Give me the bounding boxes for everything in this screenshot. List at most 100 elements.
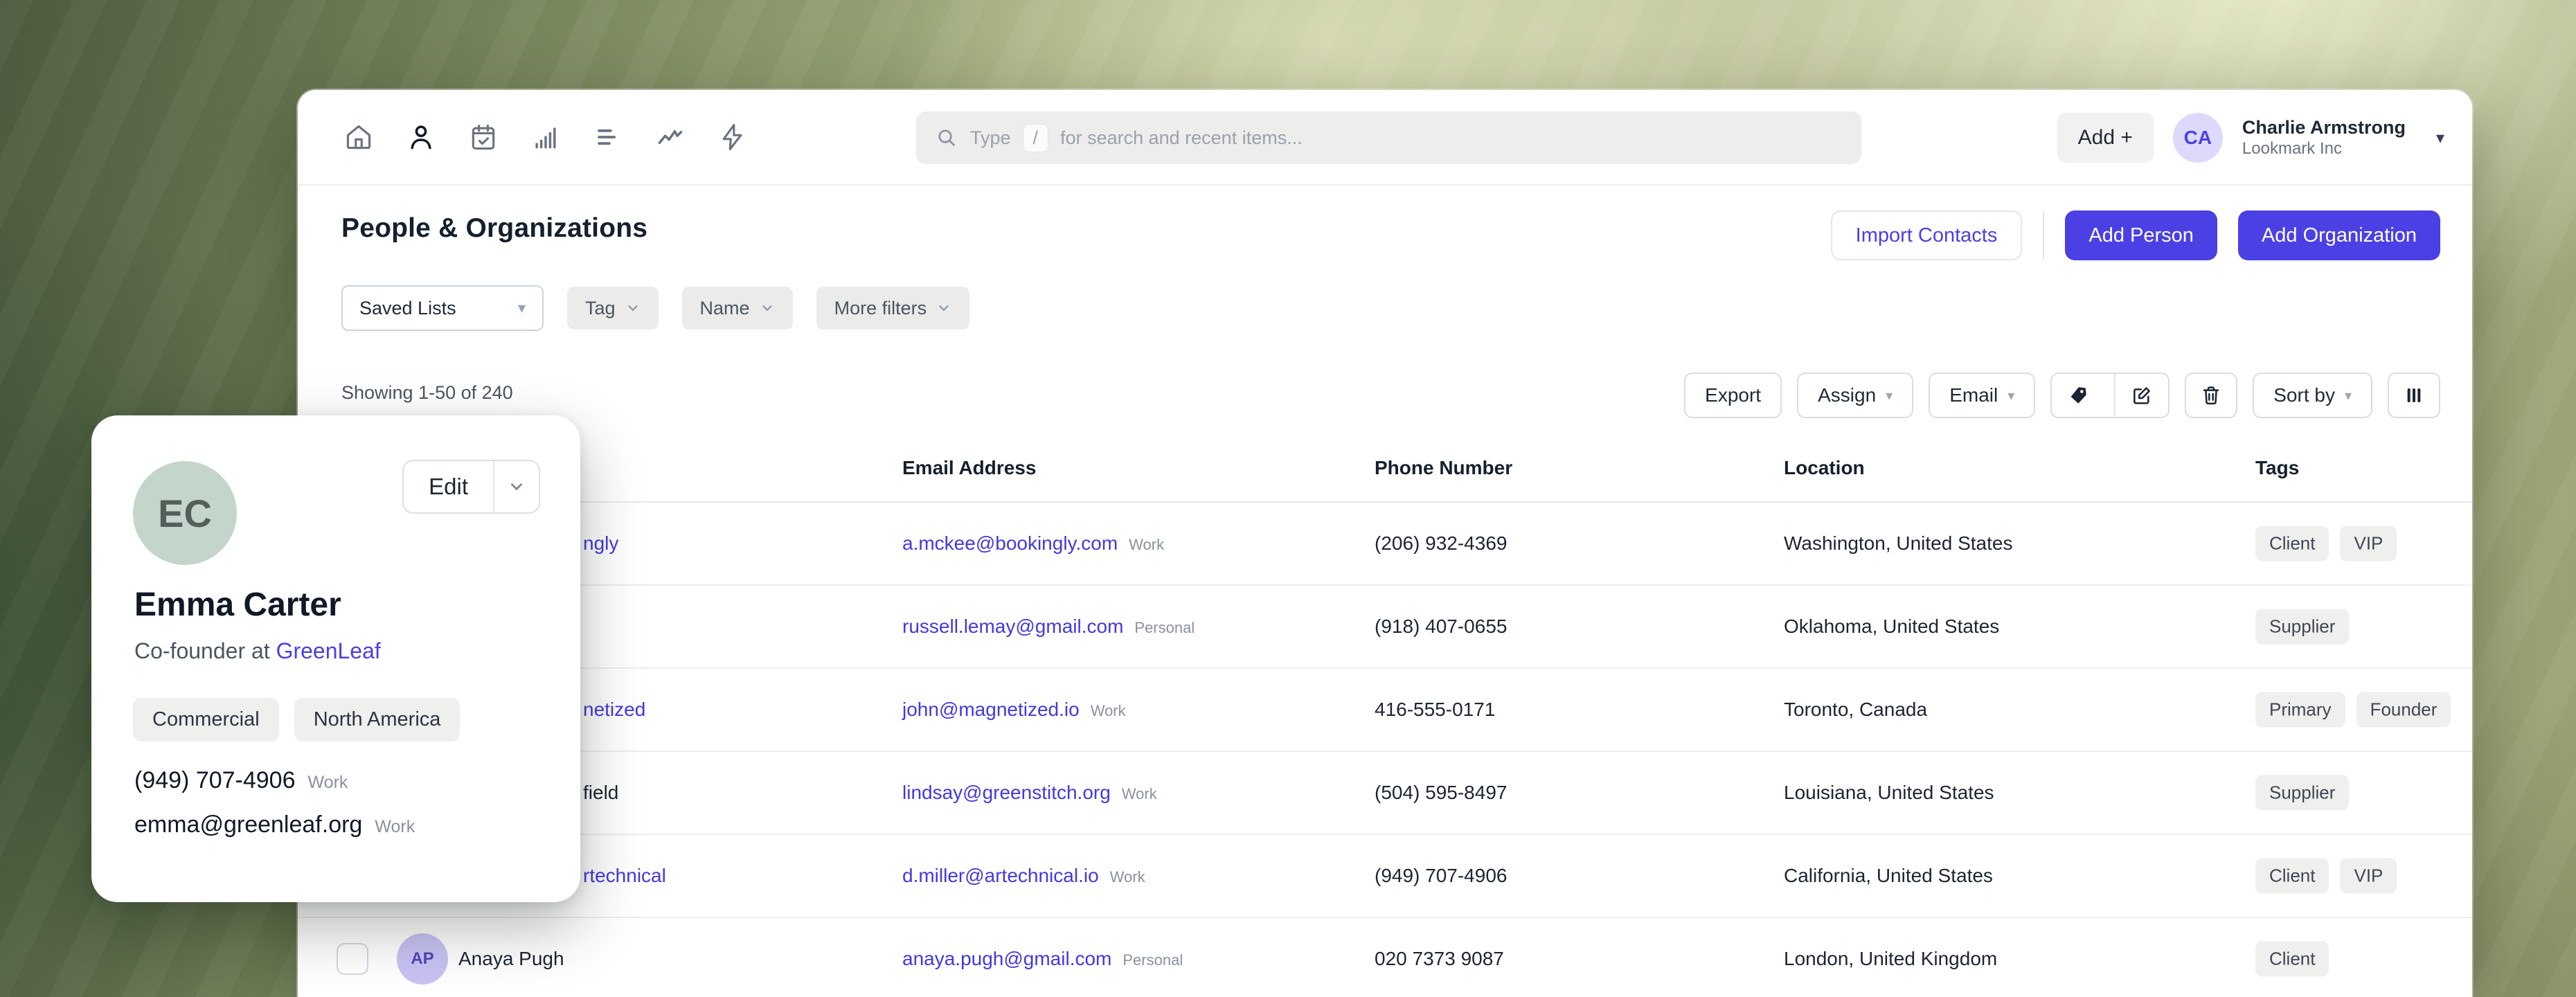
email-label: Email (1949, 384, 1998, 406)
automation-icon[interactable] (717, 122, 748, 152)
header-tags[interactable]: Tags (2255, 457, 2299, 479)
email-type-label: Work (1091, 702, 1126, 719)
row-phone: (918) 407-0655 (1375, 616, 1507, 638)
contact-preview-card: EC Edit Emma Carter Co-founder at GreenL… (91, 415, 580, 902)
row-email-link[interactable]: lindsay@greenstitch.org Work (902, 782, 1157, 804)
row-tags: Client VIP (2255, 859, 2397, 894)
delete-button[interactable] (2185, 372, 2237, 418)
header-phone[interactable]: Phone Number (1375, 457, 1512, 479)
table-row[interactable]: AP Anaya Pugh anaya.pugh@gmail.comPerson… (298, 918, 2472, 997)
page-header: People & Organizations Import Contacts A… (298, 186, 2472, 282)
row-name-fragment[interactable]: field (583, 782, 618, 804)
company-link[interactable]: GreenLeaf (276, 638, 381, 663)
email-link[interactable]: lindsay@greenstitch.org (902, 782, 1111, 803)
user-avatar[interactable]: CA (2173, 113, 2223, 163)
email-link[interactable]: russell.lemay@gmail.com (902, 616, 1123, 637)
row-location: Louisiana, United States (1784, 782, 1994, 804)
saved-lists-select[interactable]: Saved Lists ▾ (341, 285, 544, 331)
row-phone: 416-555-0171 (1375, 699, 1495, 721)
trend-icon[interactable] (655, 122, 686, 152)
chevron-down-icon (760, 300, 775, 316)
search-placeholder: for search and recent items... (1060, 127, 1303, 149)
columns-button[interactable] (2388, 372, 2440, 418)
top-bar: Type / for search and recent items... Ad… (298, 90, 2472, 186)
row-checkbox[interactable] (337, 943, 368, 975)
email-link[interactable]: john@magnetized.io (902, 699, 1080, 720)
row-phone: (504) 595-8497 (1375, 782, 1507, 804)
tag-pill: Primary (2255, 692, 2345, 728)
import-contacts-button[interactable]: Import Contacts (1831, 210, 2023, 260)
role-prefix: Co-founder at (134, 638, 276, 663)
divider (2043, 211, 2044, 260)
tag-filter-label: Tag (585, 298, 616, 319)
calendar-icon[interactable] (468, 122, 499, 152)
table-row[interactable]: ngly a.mckee@bookingly.com Work (206) 932… (298, 503, 2472, 586)
tag-pill: Client (2255, 859, 2329, 894)
chevron-down-icon (508, 478, 526, 496)
email-type-label: Work (1129, 536, 1164, 553)
add-organization-button[interactable]: Add Organization (2238, 210, 2440, 260)
email-type-label: Personal (1122, 951, 1183, 969)
export-button[interactable]: Export (1684, 372, 1782, 418)
chevron-down-icon: ▾ (1886, 387, 1893, 404)
app-window: Type / for search and recent items... Ad… (298, 90, 2472, 997)
row-name-fragment[interactable]: rtechnical (583, 865, 666, 887)
more-filters-button[interactable]: More filters (816, 287, 970, 330)
user-name: Charlie Armstrong (2242, 116, 2406, 138)
email-link[interactable]: d.miller@artechnical.io (902, 865, 1099, 886)
name-filter-button[interactable]: Name (682, 287, 793, 330)
row-name-fragment[interactable]: ngly (583, 532, 618, 555)
email-type-label: Work (1110, 868, 1145, 886)
row-email-link[interactable]: john@magnetized.io Work (902, 699, 1126, 721)
header-email[interactable]: Email Address (902, 457, 1036, 479)
row-email-link[interactable]: a.mckee@bookingly.com Work (902, 532, 1164, 555)
edit-menu-chevron[interactable] (493, 461, 539, 512)
table-row[interactable]: russell.lemay@gmail.comPersonal (918) 40… (298, 586, 2472, 669)
chevron-down-icon: ▾ (2007, 387, 2014, 404)
export-label: Export (1705, 384, 1761, 406)
add-button[interactable]: Add + (2057, 113, 2154, 163)
results-count: Showing 1-50 of 240 (341, 382, 513, 404)
row-email-link[interactable]: d.miller@artechnical.io Work (902, 865, 1145, 887)
top-bar-right: Add + CA Charlie Armstrong Lookmark Inc … (2057, 90, 2444, 186)
row-name-fragment[interactable]: netized (583, 699, 645, 721)
row-name[interactable]: Anaya Pugh (458, 948, 564, 970)
row-email-link[interactable]: russell.lemay@gmail.comPersonal (902, 616, 1195, 638)
add-person-button[interactable]: Add Person (2065, 210, 2217, 260)
email-button[interactable]: Email ▾ (1929, 372, 2035, 418)
tag-action-icon[interactable] (2052, 374, 2104, 417)
row-phone: (206) 932-4369 (1375, 532, 1507, 555)
table-header: Email Address Phone Number Location Tags (298, 436, 2472, 503)
chevron-down-icon: ▾ (518, 299, 526, 317)
email-link[interactable]: anaya.pugh@gmail.com (902, 948, 1111, 969)
email-type-label: Work (1122, 785, 1157, 802)
sort-by-button[interactable]: Sort by▾ (2253, 372, 2372, 418)
table-row[interactable]: field lindsay@greenstitch.org Work (504) … (298, 752, 2472, 835)
page-header-actions: Import Contacts Add Person Add Organizat… (1831, 210, 2440, 260)
saved-lists-label: Saved Lists (359, 298, 456, 319)
contacts-icon[interactable] (406, 122, 436, 152)
toolbar-row: Showing 1-50 of 240 Export Assign▾ Email… (298, 360, 2472, 436)
user-menu-chevron-icon[interactable]: ▾ (2436, 128, 2444, 148)
tag-pill: Client (2255, 942, 2329, 977)
row-email-link[interactable]: anaya.pugh@gmail.com Personal (902, 948, 1183, 970)
email-type-label: Work (375, 817, 415, 836)
user-menu[interactable]: Charlie Armstrong Lookmark Inc (2242, 116, 2406, 159)
edit-split-button: Edit (402, 460, 540, 514)
lists-icon[interactable] (593, 122, 623, 152)
table-row[interactable]: netized john@magnetized.io Work 416-555-0… (298, 669, 2472, 752)
row-location: Washington, United States (1784, 532, 2012, 555)
email-link[interactable]: a.mckee@bookingly.com (902, 532, 1118, 554)
edit-action-icon[interactable] (2114, 374, 2168, 417)
assign-button[interactable]: Assign▾ (1797, 372, 1913, 418)
tag-filter-button[interactable]: Tag (567, 287, 659, 330)
tag-pill: VIP (2340, 859, 2397, 894)
header-location[interactable]: Location (1784, 457, 1865, 479)
edit-button[interactable]: Edit (404, 461, 493, 512)
bar-chart-icon[interactable] (530, 122, 561, 152)
user-org: Lookmark Inc (2242, 139, 2406, 159)
toolbar-actions: Export Assign▾ Email ▾ Sort by▾ (1684, 372, 2440, 418)
search-input[interactable]: Type / for search and recent items... (916, 111, 1861, 164)
home-icon[interactable] (343, 122, 374, 152)
table-row[interactable]: rtechnical d.miller@artechnical.ioWork (… (298, 835, 2472, 918)
